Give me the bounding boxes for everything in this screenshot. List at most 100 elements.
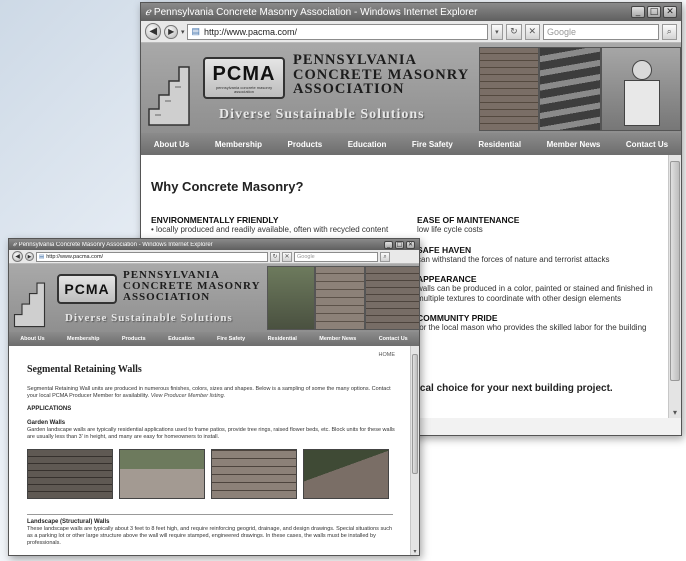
search-button[interactable]: ⌕	[661, 23, 677, 40]
wall-photo-1	[27, 449, 113, 499]
front-intro-link[interactable]: View Producer Member listing.	[151, 393, 225, 399]
minimize-button[interactable]: _	[631, 6, 645, 18]
front-address-row: ◀ ▶ ▤ http://www.pacma.com/ ↻ ✕ Google ⌕	[9, 250, 419, 264]
back-nav-products[interactable]: Products	[288, 140, 323, 149]
back-scrollbar[interactable]: ▾	[668, 155, 681, 418]
front-block-wall-photo	[315, 266, 365, 330]
stop-button[interactable]: ✕	[282, 251, 292, 262]
back-nav-fire-safety[interactable]: Fire Safety	[412, 140, 453, 149]
forward-button[interactable]: ▶	[25, 252, 34, 261]
back-benefit-item: APPEARANCE walls can be produced in a co…	[417, 274, 653, 303]
back-mason-photo	[601, 47, 681, 131]
front-landscape-text: These landscape walls are typically abou…	[27, 526, 393, 546]
wall-photo-4	[303, 449, 389, 499]
front-search-box[interactable]: Google	[294, 251, 378, 262]
front-scrollbar[interactable]: ▾	[410, 346, 419, 555]
close-button[interactable]: ✕	[406, 240, 415, 249]
front-page-content: HOME Segmental Retaining Walls Segmental…	[9, 346, 419, 555]
front-page-heading: Segmental Retaining Walls	[27, 364, 142, 375]
scroll-down-arrow-icon[interactable]: ▾	[669, 406, 681, 418]
back-url-text: http://www.pacma.com/	[203, 26, 298, 37]
back-address-bar[interactable]: ▤ http://www.pacma.com/	[187, 23, 488, 40]
back-scroll-thumb[interactable]	[670, 161, 680, 381]
front-intro: Segmental Retaining Wall units are produ…	[27, 386, 393, 400]
back-brick-wall-photo	[479, 47, 539, 131]
back-nav-member-news[interactable]: Member News	[547, 140, 601, 149]
front-breadcrumb[interactable]: HOME	[379, 352, 396, 358]
front-site-banner: PCMA PENNSYLVANIA CONCRETE MASONRY ASSOC…	[9, 264, 419, 332]
back-nav-membership[interactable]: Membership	[215, 140, 262, 149]
front-pcma-logo: PCMA	[57, 274, 117, 304]
back-title-bar: ℯ Pennsylvania Concrete Masonry Associat…	[141, 3, 681, 21]
back-button[interactable]: ◀	[145, 23, 162, 40]
front-main-nav: About Us Membership Products Education F…	[9, 332, 419, 346]
front-garden-title: Garden Walls	[27, 420, 66, 426]
back-logo-text: PCMA	[212, 62, 276, 85]
front-nav-contact-us[interactable]: Contact Us	[379, 336, 408, 342]
address-dropdown-button[interactable]: ▾	[490, 23, 504, 40]
minimize-button[interactable]: _	[384, 240, 393, 249]
front-title-bar: ℯ Pennsylvania Concrete Masonry Associat…	[9, 239, 419, 250]
back-benefit-item: COMMUNITY PRIDE for the local mason who …	[417, 313, 647, 333]
wall-photo-3	[211, 449, 297, 499]
front-url-text: http://www.pacma.com/	[46, 253, 104, 260]
back-org-name: PENNSYLVANIA CONCRETE MASONRY ASSOCIATIO…	[293, 52, 470, 97]
front-browser-window: ℯ Pennsylvania Concrete Masonry Associat…	[8, 238, 420, 556]
back-nav-education[interactable]: Education	[348, 140, 387, 149]
front-org-name: PENNSYLVANIA CONCRETE MASONRY ASSOCIATIO…	[123, 269, 261, 303]
refresh-button[interactable]: ↻	[506, 23, 522, 40]
close-button[interactable]: ✕	[663, 6, 677, 18]
back-window-title: Pennsylvania Concrete Masonry Associatio…	[153, 6, 478, 18]
front-nav-products[interactable]: Products	[122, 336, 146, 342]
forward-button[interactable]: ▶	[164, 24, 178, 39]
back-logo-subtext: pennsylvania concrete masonry associatio…	[215, 84, 273, 94]
maximize-button[interactable]: □	[647, 6, 661, 18]
back-search-placeholder: Google	[547, 26, 577, 37]
history-dropdown-icon[interactable]: ▾	[181, 28, 185, 36]
back-benefit-item: EASE OF MAINTENANCE low life cycle costs	[417, 215, 520, 234]
back-site-banner: PCMA pennsylvania concrete masonry assoc…	[141, 43, 681, 133]
front-address-bar[interactable]: ▤ http://www.pacma.com/	[36, 251, 268, 262]
front-applications-label: APPLICATIONS	[27, 406, 72, 412]
back-nav-about-us[interactable]: About Us	[154, 140, 190, 149]
back-steps-photo	[539, 47, 601, 131]
front-retaining-wall-photo	[365, 266, 419, 330]
page-icon: ▤	[191, 26, 200, 36]
front-scroll-thumb[interactable]	[412, 354, 418, 474]
front-nav-member-news[interactable]: Member News	[319, 336, 356, 342]
maximize-button[interactable]: □	[395, 240, 404, 249]
front-garden-text: Garden landscape walls are typically res…	[27, 427, 395, 440]
front-nav-education[interactable]: Education	[168, 336, 195, 342]
back-page-heading: Why Concrete Masonry?	[151, 179, 304, 194]
back-benefit-title: ENVIRONMENTALLY FRIENDLY	[151, 215, 279, 225]
front-window-title: Pennsylvania Concrete Masonry Associatio…	[18, 241, 213, 248]
mason-figure-icon	[632, 60, 652, 80]
back-button[interactable]: ◀	[12, 251, 23, 262]
section-divider	[27, 514, 393, 515]
ie-logo-icon: ℯ	[13, 242, 17, 248]
wall-photo-2	[119, 449, 205, 499]
front-landscape-title: Landscape (Structural) Walls	[27, 519, 110, 525]
front-tagline: Diverse Sustainable Solutions	[65, 312, 233, 324]
front-nav-membership[interactable]: Membership	[67, 336, 99, 342]
front-logo-text: PCMA	[64, 281, 110, 297]
page-icon: ▤	[39, 253, 45, 260]
search-button[interactable]: ⌕	[380, 251, 390, 262]
back-benefit-item: SAFE HAVEN can withstand the forces of n…	[417, 244, 610, 264]
back-nav-contact-us[interactable]: Contact Us	[626, 140, 668, 149]
stairs-graphic	[13, 282, 46, 328]
back-address-row: ◀ ▶ ▾ ▤ http://www.pacma.com/ ▾ ↻ ✕ Goog…	[141, 21, 681, 43]
front-nav-about-us[interactable]: About Us	[20, 336, 44, 342]
back-search-box[interactable]: Google	[543, 23, 659, 40]
front-garden-wall-photo	[267, 266, 315, 330]
back-benefit-text: • locally produced and readily available…	[151, 225, 389, 234]
back-tagline: Diverse Sustainable Solutions	[219, 107, 425, 122]
back-closing-line: local choice for your next building proj…	[411, 383, 613, 394]
front-nav-residential[interactable]: Residential	[268, 336, 297, 342]
back-nav-residential[interactable]: Residential	[478, 140, 521, 149]
refresh-button[interactable]: ↻	[270, 251, 280, 262]
back-pcma-logo: PCMA pennsylvania concrete masonry assoc…	[203, 57, 285, 99]
front-nav-fire-safety[interactable]: Fire Safety	[217, 336, 245, 342]
scroll-down-arrow-icon[interactable]: ▾	[411, 547, 419, 555]
stop-button[interactable]: ✕	[524, 23, 541, 40]
